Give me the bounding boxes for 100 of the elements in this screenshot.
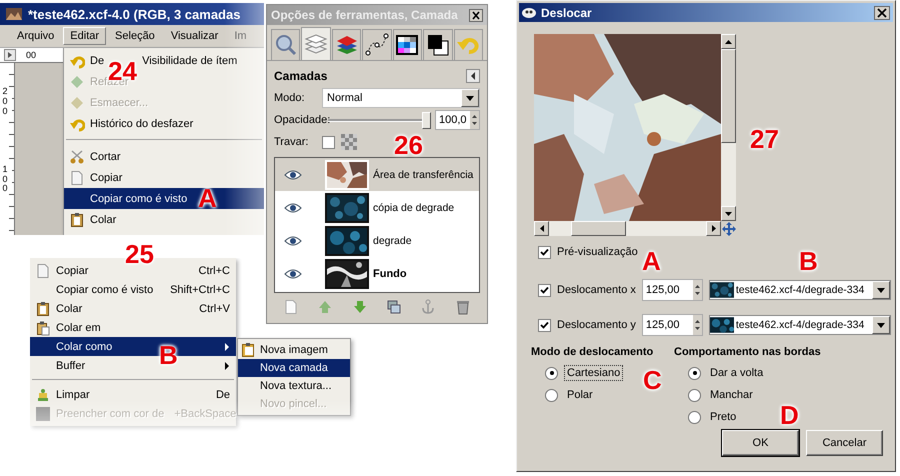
radio-button[interactable] <box>545 388 558 402</box>
app-icon <box>522 8 536 18</box>
window-title: *teste462.xcf-4.0 (RGB, 3 camadas <box>28 6 240 22</box>
checkbox[interactable] <box>538 246 551 258</box>
callout-label: A <box>198 187 217 209</box>
navigate-icon[interactable] <box>4 49 16 61</box>
checkbox[interactable] <box>322 136 335 148</box>
ruler-label: 200 <box>2 87 12 117</box>
number-field[interactable]: 100,0 <box>435 110 480 130</box>
map-dropdown[interactable]: teste462.xcf-4/degrade-334 <box>708 280 891 300</box>
layer-row[interactable]: degrade <box>275 224 479 257</box>
menu-bar-item[interactable]: Arquivo <box>10 27 62 45</box>
path-icon <box>364 33 389 57</box>
layer-row[interactable]: Área de transferência <box>275 158 479 191</box>
menu-item[interactable]: Histórico do desfazer <box>64 113 264 134</box>
layers-icon <box>304 32 328 56</box>
dropdown-value: teste462.xcf-4/degrade-334 <box>736 284 866 296</box>
scrollbar[interactable] <box>721 34 736 221</box>
radio-label[interactable]: Dar a volta <box>707 365 766 381</box>
callout-label: 26 <box>394 134 423 156</box>
menu-item[interactable]: Colar Ctrl+V <box>30 299 236 318</box>
radio-button[interactable] <box>545 366 558 380</box>
clipboard-icon <box>69 212 85 228</box>
menu-item[interactable]: Nova camada <box>238 359 350 377</box>
eye-icon <box>284 202 302 212</box>
map-dropdown[interactable]: teste462.xcf-4/degrade-334 <box>708 315 891 335</box>
scrollbar[interactable] <box>534 221 721 236</box>
radio-button[interactable] <box>688 388 701 402</box>
radio-button[interactable] <box>688 366 701 380</box>
menu-item[interactable]: Copiar como é visto Shift+Ctrl+C <box>30 280 236 299</box>
close-icon[interactable] <box>874 6 890 20</box>
move-icon[interactable] <box>722 222 736 236</box>
scissors-icon <box>69 148 85 164</box>
menu-bar-item[interactable]: Editar <box>63 27 106 45</box>
checkbox-label[interactable]: Pré-visualização <box>557 246 638 258</box>
field-label: Modo: <box>274 92 306 104</box>
page-icon <box>35 262 51 278</box>
layer-name: Área de transferência <box>373 168 474 180</box>
radio-label[interactable]: Polar <box>564 387 596 403</box>
window-title: Deslocar <box>541 6 593 20</box>
app-icon <box>6 8 22 20</box>
menu-item[interactable]: Colar em <box>30 318 236 337</box>
menu-item[interactable]: Copiar <box>64 167 264 188</box>
menu-item[interactable]: Nova imagem <box>238 341 350 359</box>
menu-item[interactable]: Cortar <box>64 146 264 167</box>
tab[interactable] <box>423 29 453 60</box>
search-icon <box>274 33 298 57</box>
close-icon[interactable] <box>469 8 483 22</box>
clipboard-icon <box>241 342 257 358</box>
menu-bar-item[interactable]: Visualizar <box>164 27 226 45</box>
radio-label[interactable]: Manchar <box>707 387 756 403</box>
callout-label: 25 <box>125 243 154 265</box>
checkbox[interactable] <box>538 284 551 296</box>
mode-dropdown[interactable]: Normal <box>322 88 480 108</box>
slider-thumb[interactable] <box>422 112 431 128</box>
layer-row[interactable]: Fundo <box>275 257 479 290</box>
checkbox[interactable] <box>538 318 551 332</box>
clipboard-icon <box>35 300 51 316</box>
callout-label: A <box>642 250 661 272</box>
tab[interactable] <box>362 29 392 60</box>
menu-bar-item[interactable]: Seleção <box>108 27 162 45</box>
dropdown-value: teste462.xcf-4/degrade-334 <box>736 319 866 331</box>
trash-icon[interactable] <box>454 299 471 315</box>
duplicate-icon[interactable] <box>386 299 402 315</box>
menu-item[interactable]: Limpar De <box>30 385 236 404</box>
checkbox-label[interactable]: Deslocamento x <box>557 284 636 296</box>
menu-item[interactable]: Nova textura... <box>238 377 350 395</box>
radio-label[interactable]: Preto <box>707 409 740 425</box>
radio-button[interactable] <box>688 410 701 424</box>
number-field[interactable]: 125,00 <box>642 314 703 336</box>
dropdown-arrow-icon <box>466 96 474 100</box>
diamond-icon <box>69 74 85 90</box>
panel-heading: Camadas <box>274 69 328 83</box>
menu-item[interactable]: Colar <box>64 209 264 230</box>
menu-item[interactable]: De <box>64 50 106 71</box>
checkbox-label[interactable]: Deslocamento y <box>557 319 636 331</box>
menu-item-text: Visibilidade de ítem <box>142 54 238 66</box>
radio-label[interactable]: Cartesiano <box>564 365 624 381</box>
ruler-label: 100 <box>2 164 12 194</box>
shortcut-label: De <box>214 388 230 400</box>
callout-label: C <box>643 369 662 391</box>
dialog-button[interactable]: Cancelar <box>806 430 883 456</box>
eye-icon <box>284 268 302 278</box>
layer-name: degrade <box>373 234 412 246</box>
group-heading: Modo de deslocamento <box>531 346 654 360</box>
number-field[interactable]: 125,00 <box>642 279 703 301</box>
eraser-icon <box>35 386 51 402</box>
layer-row[interactable]: cópia de degrade <box>275 191 479 224</box>
tab[interactable] <box>392 29 422 60</box>
checkerboard-icon <box>341 134 357 150</box>
eye-icon <box>284 236 302 246</box>
callout-label: D <box>780 404 799 426</box>
shortcut-label: Shift+Ctrl+C <box>169 284 230 296</box>
menu-button[interactable] <box>466 69 480 83</box>
layer-name: Fundo <box>373 268 407 280</box>
shortcut-label: Ctrl+C <box>198 264 230 276</box>
left-arrow-icon <box>540 225 544 232</box>
layer-name: cópia de degrade <box>373 202 454 214</box>
up-arrow-icon <box>725 40 732 44</box>
dialog-button[interactable]: OK <box>722 430 799 456</box>
